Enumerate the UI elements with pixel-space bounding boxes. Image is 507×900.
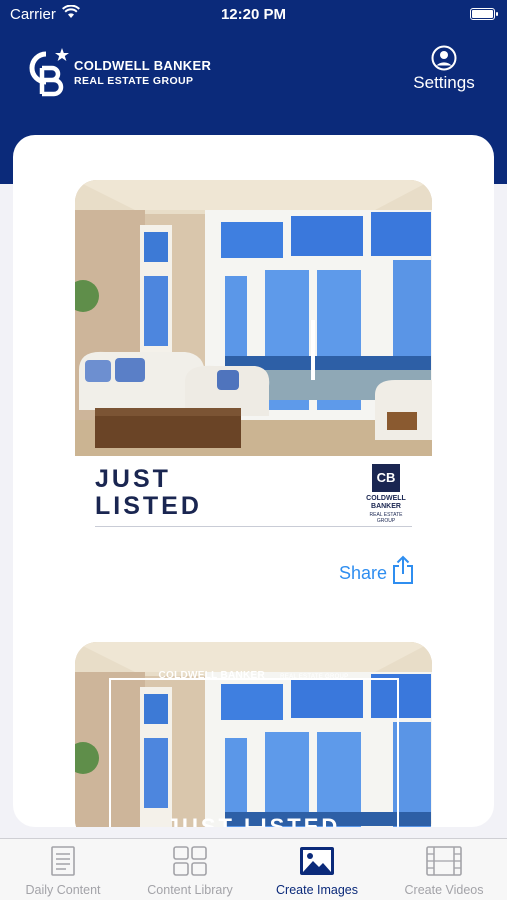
post-logo-sub: REAL ESTATE GROUP (369, 512, 403, 524)
tab-daily-content[interactable]: Daily Content (0, 839, 126, 900)
settings-label: Settings (413, 73, 475, 92)
tab-label: Create Images (276, 883, 358, 897)
cb-logo-icon (29, 48, 69, 97)
document-icon (51, 846, 75, 876)
status-time: 12:20 PM (220, 6, 287, 23)
battery-icon (470, 8, 498, 20)
overlay-headline: JUST LISTED (166, 814, 341, 827)
share-label: Share (339, 563, 388, 583)
post-headline: JUST LISTED (95, 466, 202, 520)
image-icon (300, 847, 334, 875)
tab-label: Daily Content (25, 883, 101, 897)
brand-name: COLDWELL BANKER REAL ESTATE GROUP (74, 58, 211, 87)
tab-label: Content Library (147, 883, 233, 897)
post-logo-line2: BANKER (371, 503, 401, 510)
divider (95, 526, 412, 527)
headline-line1: JUST (95, 465, 171, 493)
cb-badge-icon: CB (372, 464, 400, 492)
post-logo-line1: COLDWELL (366, 495, 406, 502)
share-icon (393, 555, 413, 584)
tab-bar: Daily Content Content Library Create Ima… (0, 838, 507, 900)
overlay-brand-name: COLDWELL BANKER (158, 670, 266, 681)
brand-name-line2: REAL ESTATE GROUP (74, 75, 194, 87)
person-circle-icon (431, 45, 457, 71)
grid-icon (173, 846, 207, 876)
film-icon (426, 846, 462, 876)
content-card: JUST LISTED CB COLDWELL BANKER REAL ESTA… (13, 135, 494, 827)
overlay-brand: COLDWELL BANKER REAL ESTATE GROUP (75, 670, 432, 681)
overlay-frame (109, 678, 399, 827)
post-preview[interactable]: JUST LISTED CB COLDWELL BANKER REAL ESTA… (75, 180, 432, 534)
post-logo-name: COLDWELL BANKER (360, 495, 412, 511)
tab-create-images[interactable]: Create Images (254, 839, 380, 900)
tab-label: Create Videos (404, 883, 484, 897)
post-brand-logo: CB COLDWELL BANKER REAL ESTATE GROUP (360, 464, 412, 524)
living-room-photo (75, 180, 432, 456)
settings-button[interactable]: Settings (413, 45, 475, 93)
status-bar: Carrier 12:20 PM (0, 0, 507, 30)
headline-line2: LISTED (95, 492, 202, 520)
tab-content-library[interactable]: Content Library (127, 839, 253, 900)
overlay-brand-sub: REAL ESTATE GROUP (280, 674, 349, 680)
post-preview[interactable]: COLDWELL BANKER REAL ESTATE GROUP JUST L… (75, 642, 432, 827)
brand-name-line1: COLDWELL BANKER (74, 58, 212, 73)
tab-create-videos[interactable]: Create Videos (381, 839, 507, 900)
